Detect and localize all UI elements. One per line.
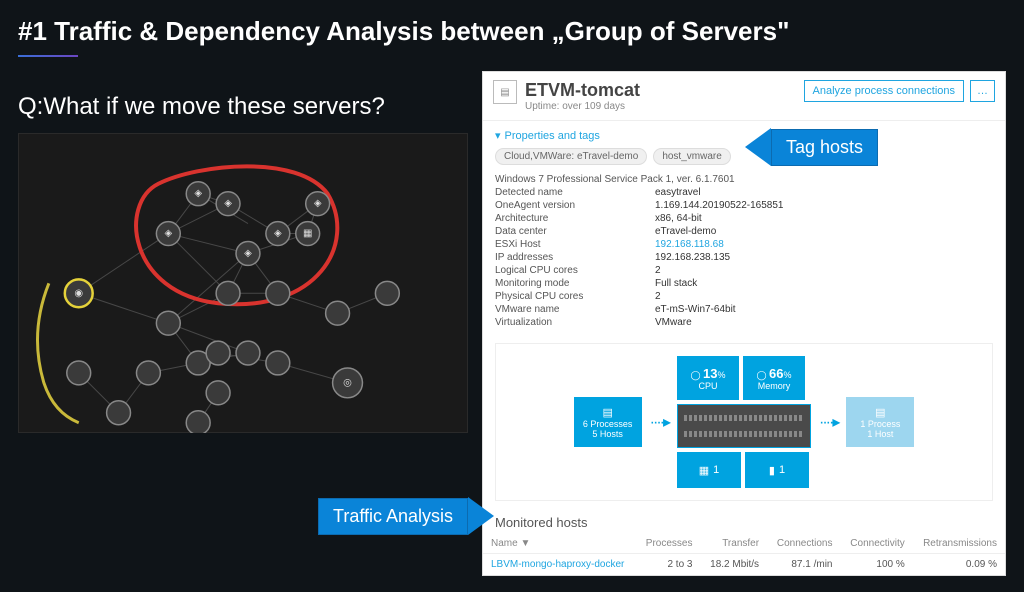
property-value: 2 [655, 291, 661, 302]
column-header[interactable]: Connections [767, 534, 840, 554]
cell: 100 % [840, 576, 912, 577]
property-row: Logical CPU cores2 [495, 264, 993, 277]
svg-text:◈: ◈ [165, 228, 173, 239]
table-row[interactable]: CPU41 to 11.88 kbit/s0.1 /min100 %0 % [483, 576, 1005, 577]
property-value: Full stack [655, 278, 697, 289]
property-value: eTravel-demo [655, 226, 716, 237]
property-value: 2 [655, 265, 661, 276]
analyze-connections-button[interactable]: Analyze process connections [804, 80, 964, 102]
property-row: ESXi Host192.168.118.68 [495, 238, 993, 251]
property-row: VMware nameeT-mS-Win7-64bit [495, 303, 993, 316]
property-key: Physical CPU cores [495, 291, 655, 302]
property-key: VMware name [495, 304, 655, 315]
svg-text:◈: ◈ [224, 198, 232, 209]
connector-dots: ····▸ [650, 412, 669, 432]
monitored-hosts-table: Name ▼ProcessesTransferConnectionsConnec… [483, 534, 1005, 576]
svg-text:◎: ◎ [343, 377, 352, 388]
os-line: Windows 7 Professional Service Pack 1, v… [495, 174, 993, 185]
property-value[interactable]: 192.168.118.68 [655, 239, 724, 250]
svg-text:◈: ◈ [194, 188, 202, 199]
property-key: Data center [495, 226, 655, 237]
cell: 18.2 Mbit/s [700, 554, 767, 576]
cpu-metric[interactable]: ◯ 13% CPU [677, 356, 739, 400]
monitored-hosts-title: Monitored hosts [483, 509, 1005, 534]
server-icon: ▤ [493, 80, 517, 104]
property-row: IP addresses192.168.238.135 [495, 251, 993, 264]
column-header[interactable]: Retransmissions [913, 534, 1005, 554]
cell: 87.1 /min [767, 554, 840, 576]
host-link[interactable]: LBVM-mongo-haproxy-docker [483, 554, 636, 576]
host-uptime: Uptime: over 109 days [525, 101, 640, 112]
memory-metric[interactable]: ◯ 66% Memory [743, 356, 805, 400]
property-value: eT-mS-Win7-64bit [655, 304, 736, 315]
property-key: OneAgent version [495, 200, 655, 211]
property-key: Virtualization [495, 317, 655, 328]
property-row: Data centereTravel-demo [495, 225, 993, 238]
cell: 100 % [840, 554, 912, 576]
property-row: Monitoring modeFull stack [495, 277, 993, 290]
property-key: Monitoring mode [495, 278, 655, 289]
host-name: ETVM-tomcat [525, 80, 640, 101]
connector-dots: ····▸ [819, 412, 838, 432]
property-key: IP addresses [495, 252, 655, 263]
more-menu-button[interactable]: … [970, 80, 995, 102]
disk-box[interactable]: ▮ 1 [745, 452, 809, 488]
cell: 1 to 1 [636, 576, 700, 577]
topology-diagram: ▤ 6 Processes 5 Hosts ····▸ ◯ 13% CPU ◯ … [495, 343, 993, 501]
dependency-graph[interactable]: ◉ ◈ ◈ ◈ ◈ ▦ ◈ ◈ ◎ [18, 133, 468, 433]
cell: 0.09 % [913, 554, 1005, 576]
property-value: VMware [655, 317, 692, 328]
cell: 0.1 /min [767, 576, 840, 577]
server-image[interactable] [677, 404, 811, 448]
column-header[interactable]: Transfer [700, 534, 767, 554]
property-value: easytravel [655, 187, 701, 198]
property-row: Architecturex86, 64-bit [495, 212, 993, 225]
column-header[interactable]: Name ▼ [483, 534, 636, 554]
property-key: Detected name [495, 187, 655, 198]
cell: 2 to 3 [636, 554, 700, 576]
table-row[interactable]: LBVM-mongo-haproxy-docker2 to 318.2 Mbit… [483, 554, 1005, 576]
host-link[interactable]: CPU4 [483, 576, 636, 577]
tag-hosts-callout: Tag hosts [745, 128, 878, 166]
tag-pill[interactable]: Cloud,VMWare: eTravel-demo [495, 148, 647, 165]
property-value: 192.168.238.135 [655, 252, 730, 263]
svg-text:◉: ◉ [74, 288, 83, 299]
svg-text:◈: ◈ [314, 198, 322, 209]
property-row: OneAgent version1.169.144.20190522-16585… [495, 199, 993, 212]
property-key: Architecture [495, 213, 655, 224]
column-header[interactable]: Connectivity [840, 534, 912, 554]
traffic-analysis-callout: Traffic Analysis [318, 497, 494, 535]
cell: 0 % [913, 576, 1005, 577]
svg-text:◈: ◈ [244, 248, 252, 259]
title-underline [18, 55, 78, 57]
property-value: 1.169.144.20190522-165851 [655, 200, 783, 211]
property-row: VirtualizationVMware [495, 316, 993, 329]
tag-pill[interactable]: host_vmware [653, 148, 730, 165]
property-value: x86, 64-bit [655, 213, 702, 224]
property-row: Detected nameeasytravel [495, 186, 993, 199]
property-row: Physical CPU cores2 [495, 290, 993, 303]
right-processes-box[interactable]: ▤ 1 Process 1 Host [846, 397, 914, 447]
chevron-down-icon: ▾ [495, 129, 501, 142]
property-key: ESXi Host [495, 239, 655, 250]
slide-title: #1 Traffic & Dependency Analysis between… [18, 16, 1006, 47]
svg-text:◈: ◈ [274, 228, 282, 239]
left-processes-box[interactable]: ▤ 6 Processes 5 Hosts [574, 397, 642, 447]
properties-toggle-label: Properties and tags [505, 130, 600, 142]
svg-text:▦: ▦ [303, 228, 312, 239]
column-header[interactable]: Processes [636, 534, 700, 554]
property-key: Logical CPU cores [495, 265, 655, 276]
nic-box[interactable]: ▦ 1 [677, 452, 741, 488]
cell: 1.88 kbit/s [700, 576, 767, 577]
